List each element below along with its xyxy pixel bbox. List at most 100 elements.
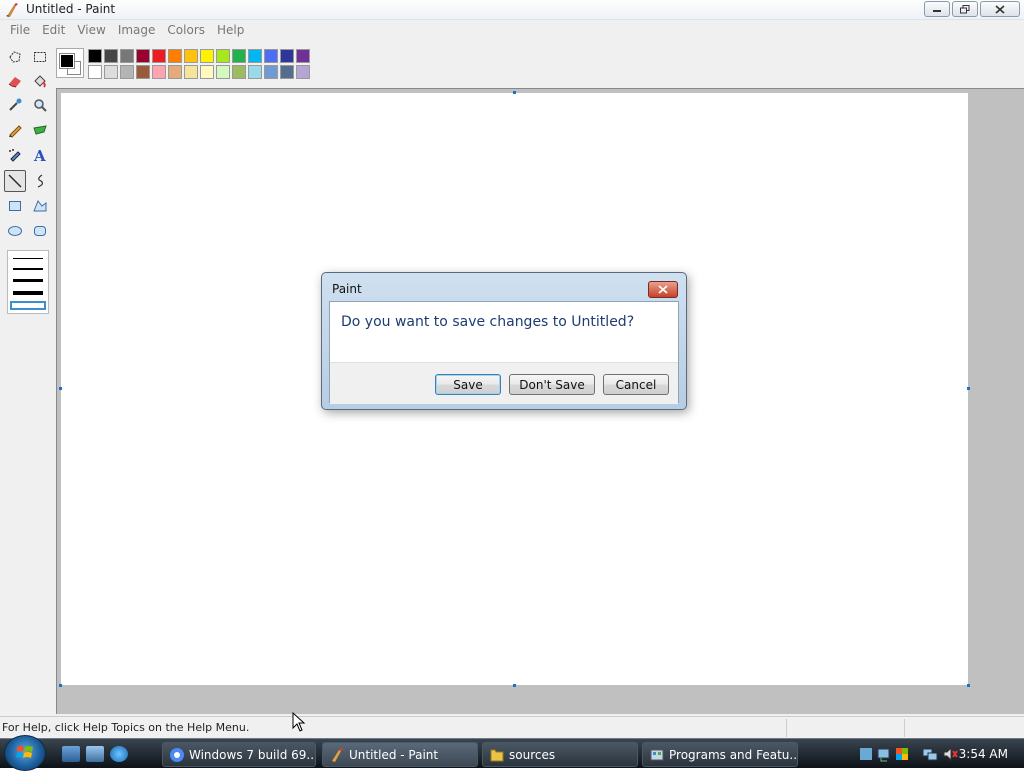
tool-airbrush[interactable] (4, 144, 26, 166)
save-changes-dialog: Paint Do you want to save changes to Unt… (321, 272, 687, 410)
tool-fill[interactable] (29, 70, 51, 92)
show-desktop-icon[interactable] (62, 746, 80, 762)
folder-icon (490, 749, 504, 762)
close-icon (658, 285, 668, 294)
foreground-color-swatch[interactable] (59, 53, 75, 69)
title-bar[interactable]: Untitled - Paint (0, 0, 1024, 20)
tool-ellipse[interactable] (4, 220, 26, 242)
menu-file[interactable]: File (4, 23, 36, 37)
color-swatch[interactable] (136, 49, 150, 63)
color-swatch[interactable] (120, 49, 134, 63)
current-colors[interactable] (56, 48, 84, 78)
menu-edit[interactable]: Edit (36, 23, 71, 37)
resize-handle-corner[interactable] (967, 684, 970, 687)
resize-handle-top[interactable] (513, 91, 516, 94)
line-width-3[interactable] (13, 279, 43, 282)
dialog-close-button[interactable] (648, 281, 678, 298)
color-swatch[interactable] (296, 65, 310, 79)
color-swatch[interactable] (216, 65, 230, 79)
color-swatch[interactable] (120, 65, 134, 79)
tool-select[interactable] (29, 46, 51, 68)
taskbar-item-sources[interactable]: sources (482, 742, 638, 767)
cancel-button[interactable]: Cancel (603, 374, 669, 395)
color-swatch[interactable] (136, 65, 150, 79)
close-button[interactable] (980, 1, 1020, 17)
tray-security-icon[interactable] (894, 746, 910, 762)
restore-button[interactable] (952, 1, 978, 17)
tray-app-icon[interactable] (858, 746, 874, 762)
color-swatch[interactable] (168, 65, 182, 79)
internet-explorer-icon[interactable] (110, 746, 128, 762)
color-swatch[interactable] (200, 49, 214, 63)
menu-colors[interactable]: Colors (161, 23, 211, 37)
menu-view[interactable]: View (71, 23, 111, 37)
dialog-button-row: Save Don't Save Cancel (330, 362, 678, 404)
tray-network-share-icon[interactable] (876, 746, 892, 762)
taskbar-item-chrome[interactable]: Windows 7 build 69... (162, 742, 316, 767)
clock[interactable]: 3:54 AM (959, 747, 1008, 761)
text-icon: A (33, 147, 46, 163)
tool-pick-color[interactable] (4, 94, 26, 116)
network-icon[interactable] (922, 746, 938, 762)
color-swatch[interactable] (152, 49, 166, 63)
color-swatch[interactable] (264, 65, 278, 79)
tool-rectangle[interactable] (4, 195, 26, 217)
color-swatch[interactable] (200, 65, 214, 79)
color-swatch[interactable] (152, 65, 166, 79)
resize-handle-left (59, 387, 62, 390)
tool-line[interactable] (4, 170, 26, 192)
taskbar-item-paint[interactable]: Untitled - Paint (322, 742, 478, 767)
color-swatch[interactable] (248, 65, 262, 79)
color-swatch[interactable] (88, 49, 102, 63)
tool-magnifier[interactable] (29, 94, 51, 116)
resize-handle-bottom-left (59, 684, 62, 687)
color-swatch[interactable] (168, 49, 182, 63)
resize-handle-right[interactable] (967, 387, 970, 390)
line-width-2[interactable] (13, 268, 43, 270)
line-width-5-selected[interactable] (10, 301, 46, 310)
color-swatch[interactable] (104, 49, 118, 63)
tool-brush[interactable] (29, 119, 51, 141)
close-icon (995, 4, 1005, 14)
system-tray: 3:54 AM (852, 743, 1024, 767)
color-swatch[interactable] (104, 65, 118, 79)
volume-muted-icon[interactable] (942, 746, 958, 762)
tool-free-form-select[interactable] (4, 46, 26, 68)
switch-windows-icon[interactable] (86, 746, 104, 762)
line-icon (8, 174, 22, 188)
color-swatch[interactable] (216, 49, 230, 63)
tool-rounded-rectangle[interactable] (29, 220, 51, 242)
line-width-selector[interactable] (7, 250, 49, 314)
color-swatch[interactable] (280, 65, 294, 79)
tool-polygon[interactable] (29, 195, 51, 217)
tool-text[interactable]: A (29, 144, 51, 166)
color-swatch[interactable] (88, 65, 102, 79)
dialog-message: Do you want to save changes to Untitled? (341, 314, 635, 330)
line-width-1[interactable] (13, 258, 43, 259)
dialog-title: Paint (332, 282, 362, 296)
color-swatch[interactable] (296, 49, 310, 63)
dont-save-button[interactable]: Don't Save (509, 374, 595, 395)
color-swatch[interactable] (232, 65, 246, 79)
color-swatch[interactable] (232, 49, 246, 63)
color-swatch[interactable] (264, 49, 278, 63)
color-swatch[interactable] (248, 49, 262, 63)
color-swatch[interactable] (280, 49, 294, 63)
resize-handle-bottom[interactable] (513, 684, 516, 687)
color-swatch[interactable] (184, 49, 198, 63)
menu-help[interactable]: Help (211, 23, 250, 37)
menu-image[interactable]: Image (112, 23, 162, 37)
paint-icon (332, 748, 343, 762)
paint-app-icon[interactable] (4, 2, 20, 18)
line-width-4[interactable] (13, 291, 43, 295)
tool-curve[interactable] (29, 170, 51, 192)
minimize-button[interactable] (924, 1, 950, 17)
save-button[interactable]: Save (435, 374, 501, 395)
color-swatch[interactable] (184, 65, 198, 79)
start-button[interactable] (4, 735, 46, 771)
swatch-grid (88, 49, 310, 79)
tool-eraser[interactable] (4, 70, 26, 92)
free-form-select-icon (9, 51, 21, 63)
taskbar-item-programs[interactable]: Programs and Featu... (642, 742, 798, 767)
tool-pencil[interactable] (4, 119, 26, 141)
